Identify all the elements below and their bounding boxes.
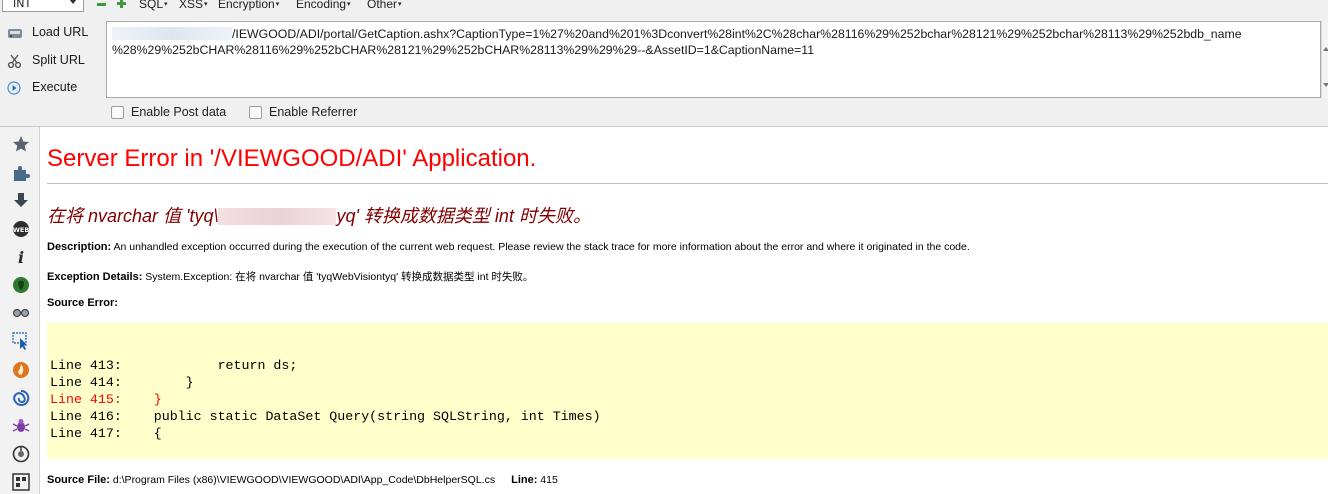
description-text: An unhandled exception occurred during t… xyxy=(111,241,970,253)
menu-sql[interactable]: SQL▾ xyxy=(139,0,168,11)
glasses-icon[interactable] xyxy=(12,304,30,322)
enable-post-label: Enable Post data xyxy=(131,105,227,119)
split-url-label: Split URL xyxy=(32,53,85,67)
menu-other[interactable]: Other▾ xyxy=(367,0,402,11)
dropdown-arrow-icon: ▾ xyxy=(398,1,402,8)
enable-referrer-label: Enable Referrer xyxy=(269,105,358,119)
error-message-start: 在将 nvarchar 值 'tyq\ xyxy=(47,206,219,226)
load-url-button[interactable]: Load URL xyxy=(0,21,100,45)
url-scrollbar[interactable] xyxy=(1321,21,1328,98)
scissors-icon xyxy=(7,54,22,68)
dropdown-arrow-icon: ▾ xyxy=(164,1,168,8)
url-textarea[interactable]: /IEWGOOD/ADI/portal/GetCaption.ashx?Capt… xyxy=(106,21,1321,98)
exception-paragraph: Exception Details: System.Exception: 在将 … xyxy=(47,269,533,284)
redacted-host xyxy=(112,27,232,40)
dropdown-arrow-icon: ▾ xyxy=(347,1,351,8)
download-arrow-icon[interactable] xyxy=(12,191,30,209)
code-line: Line 413: return ds; xyxy=(50,358,298,373)
star-icon[interactable] xyxy=(12,135,30,153)
dropdown-arrow-icon: ▾ xyxy=(204,1,208,8)
exception-label: Exception Details: xyxy=(47,271,143,283)
plus-icon[interactable] xyxy=(117,0,126,8)
hackbar-menubar: INT SQL▾ XSS▾ Encryption▾ Encoding▾ Othe… xyxy=(0,0,1328,14)
split-url-button[interactable]: Split URL xyxy=(0,49,100,73)
menu-encoding[interactable]: Encoding▾ xyxy=(296,0,351,11)
execute-button[interactable]: Execute xyxy=(0,76,100,100)
svg-text:WEB: WEB xyxy=(13,226,30,234)
minus-icon[interactable] xyxy=(97,3,106,6)
menu-other-label: Other xyxy=(367,0,398,11)
menu-xss[interactable]: XSS▾ xyxy=(179,0,208,11)
code-line: Line 416: public static DataSet Query(st… xyxy=(50,409,601,424)
line-number: 415 xyxy=(537,474,558,486)
code-line-highlighted: Line 415: } xyxy=(50,392,162,407)
menu-encryption[interactable]: Encryption▾ xyxy=(218,0,279,11)
url-line-2: %28%29%252bCHAR%28116%29%252bCHAR%28121%… xyxy=(112,43,815,57)
hackbar-toolbar: INT SQL▾ XSS▾ Encryption▾ Encoding▾ Othe… xyxy=(0,0,1328,127)
enable-referrer-checkbox[interactable] xyxy=(249,106,262,119)
url-line-1: /IEWGOOD/ADI/portal/GetCaption.ashx?Capt… xyxy=(232,27,1242,41)
puzzle-icon[interactable] xyxy=(12,164,30,182)
addon-sidebar: WEB i xyxy=(0,127,40,494)
grid-icon[interactable] xyxy=(12,473,30,491)
source-error-heading: Source Error: xyxy=(47,297,118,309)
title-divider xyxy=(47,183,1328,184)
web-badge-icon[interactable]: WEB xyxy=(12,220,30,238)
redacted-value xyxy=(218,208,337,225)
menu-encoding-label: Encoding xyxy=(296,0,347,11)
description-paragraph: Description: An unhandled exception occu… xyxy=(47,241,970,253)
load-url-label: Load URL xyxy=(32,25,89,39)
error-message-end: yq' 转换成数据类型 int 时失败。 xyxy=(336,206,591,226)
play-icon xyxy=(7,81,21,95)
color-wheel-icon[interactable] xyxy=(12,445,30,463)
execute-label: Execute xyxy=(32,80,78,94)
code-line: Line 417: { xyxy=(50,426,162,441)
menu-encryption-label: Encryption xyxy=(218,0,275,11)
bug-icon[interactable] xyxy=(12,417,30,435)
error-message: 在将 nvarchar 值 'tyq\ yq' 转换成数据类型 int 时失败。 xyxy=(47,202,591,228)
green-shield-icon[interactable] xyxy=(12,276,30,294)
source-file-path: d:\Program Files (x86)\VIEWGOOD\VIEWGOOD… xyxy=(109,474,496,486)
exception-text: System.Exception: 在将 nvarchar 值 'tyqWebV… xyxy=(142,271,534,283)
menu-xss-label: XSS xyxy=(179,0,204,11)
error-title: Server Error in '/VIEWGOOD/ADI' Applicat… xyxy=(47,145,537,172)
chevron-down-icon xyxy=(69,0,77,4)
svg-text:i: i xyxy=(18,248,24,266)
load-url-icon xyxy=(8,29,22,38)
source-file-paragraph: Source File: d:\Program Files (x86)\VIEW… xyxy=(47,474,558,486)
menu-sql-label: SQL xyxy=(139,0,164,11)
cursor-select-icon[interactable] xyxy=(12,332,30,350)
fire-badge-icon[interactable] xyxy=(12,361,30,379)
type-select[interactable]: INT xyxy=(2,0,84,12)
swirl-icon[interactable] xyxy=(12,389,30,407)
source-code-block: Line 413: return ds; Line 414: } Line 41… xyxy=(47,323,1328,459)
error-page: Server Error in '/VIEWGOOD/ADI' Applicat… xyxy=(41,127,1328,494)
source-file-label: Source File: xyxy=(47,474,110,486)
description-label: Description: xyxy=(47,241,112,253)
source-error-label: Source Error: xyxy=(47,297,118,309)
enable-post-checkbox[interactable] xyxy=(111,106,124,119)
info-icon[interactable]: i xyxy=(12,248,30,266)
line-label: Line: xyxy=(511,474,538,486)
dropdown-arrow-icon: ▾ xyxy=(275,1,280,8)
scroll-down-icon[interactable] xyxy=(1323,83,1328,87)
scroll-up-icon[interactable] xyxy=(1323,47,1328,51)
code-line: Line 414: } xyxy=(50,375,194,390)
type-select-value: INT xyxy=(13,0,32,10)
